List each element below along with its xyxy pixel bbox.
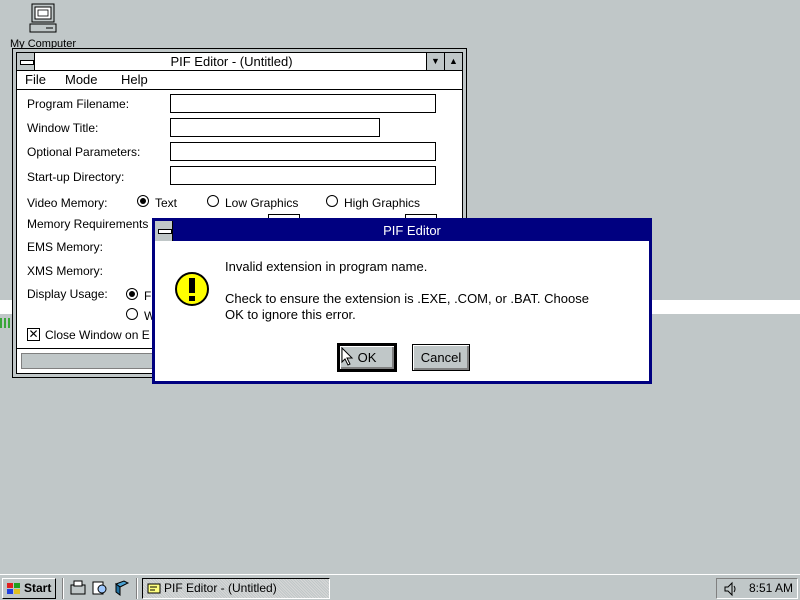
document-icon[interactable]: [114, 580, 130, 596]
display-usage-label: Display Usage:: [27, 287, 108, 301]
exclamation-icon: [175, 272, 209, 306]
video-high-graphics-label: High Graphics: [344, 196, 421, 210]
cancel-button[interactable]: Cancel: [412, 344, 470, 371]
window-title-label: Window Title:: [27, 121, 99, 135]
task-pif-editor-label: PIF Editor - (Untitled): [164, 581, 277, 595]
explorer-icon[interactable]: [70, 580, 86, 596]
video-low-graphics-radio[interactable]: [207, 195, 219, 207]
minimize-button[interactable]: ▼: [426, 53, 444, 70]
find-icon[interactable]: [92, 580, 108, 596]
cancel-button-label: Cancel: [420, 350, 462, 365]
startup-directory-input[interactable]: [170, 166, 436, 185]
display-fullscreen-radio[interactable]: [126, 288, 138, 300]
error-dialog: PIF Editor Invalid extension in program …: [152, 218, 652, 384]
display-windowed-radio[interactable]: [126, 308, 138, 320]
menu-bar: File Mode Help: [17, 71, 462, 90]
startup-directory-label: Start-up Directory:: [27, 170, 125, 184]
video-high-graphics-radio[interactable]: [326, 195, 338, 207]
start-label: Start: [24, 581, 52, 595]
ems-memory-label: EMS Memory:: [27, 240, 104, 254]
program-filename-input[interactable]: [170, 94, 436, 113]
memory-requirements-label: Memory Requirements: [27, 217, 149, 231]
video-text-label: Text: [155, 196, 178, 210]
maximize-button[interactable]: ▲: [444, 53, 462, 70]
system-tray: 8:51 AM: [716, 578, 798, 599]
menu-file[interactable]: File: [25, 72, 46, 87]
dialog-system-menu-button[interactable]: [155, 221, 173, 241]
video-memory-label: Video Memory:: [27, 196, 108, 210]
program-filename-label: Program Filename:: [27, 97, 130, 111]
taskbar-separator: [62, 578, 64, 599]
close-window-label: Close Window on E: [45, 328, 150, 342]
error-message-line1: Invalid extension in program name.: [225, 259, 428, 274]
video-low-graphics-label: Low Graphics: [225, 196, 299, 210]
status-bar: [21, 353, 161, 369]
computer-icon: [29, 3, 57, 33]
window-title: PIF Editor - (Untitled): [170, 54, 293, 69]
close-window-checkbox[interactable]: ✕: [27, 328, 40, 341]
menu-mode[interactable]: Mode: [65, 72, 98, 87]
mouse-cursor-icon: [341, 347, 354, 366]
clock[interactable]: 8:51 AM: [749, 579, 793, 598]
optional-parameters-label: Optional Parameters:: [27, 145, 141, 159]
screen-artifact-bar: [0, 318, 12, 328]
pif-editor-titlebar[interactable]: PIF Editor - (Untitled) ▼ ▲: [17, 53, 462, 71]
start-button[interactable]: Start: [2, 578, 56, 599]
my-computer-desktop-icon[interactable]: My Computer: [8, 0, 76, 52]
optional-parameters-input[interactable]: [170, 142, 436, 161]
xms-memory-label: XMS Memory:: [27, 264, 104, 278]
taskbar-separator-2: [136, 578, 138, 599]
error-message-line3: OK to ignore this error.: [225, 307, 356, 322]
video-text-radio[interactable]: [137, 195, 149, 207]
menu-help[interactable]: Help: [121, 72, 148, 87]
windows-logo-icon: [7, 583, 20, 594]
display-fullscreen-label: F: [144, 289, 152, 303]
dialog-titlebar[interactable]: PIF Editor: [155, 221, 649, 241]
pif-editor-icon: [147, 583, 161, 594]
window-title-input[interactable]: [170, 118, 380, 137]
system-menu-button[interactable]: [17, 53, 35, 70]
error-message-line2: Check to ensure the extension is .EXE, .…: [225, 291, 589, 306]
taskbar: Start PIF Editor - (Untitled) 8:51 AM: [0, 574, 800, 600]
ok-button-label: OK: [357, 350, 377, 365]
task-pif-editor-button[interactable]: PIF Editor - (Untitled): [142, 578, 330, 599]
volume-icon[interactable]: [723, 581, 739, 597]
dialog-title: PIF Editor: [383, 223, 441, 238]
